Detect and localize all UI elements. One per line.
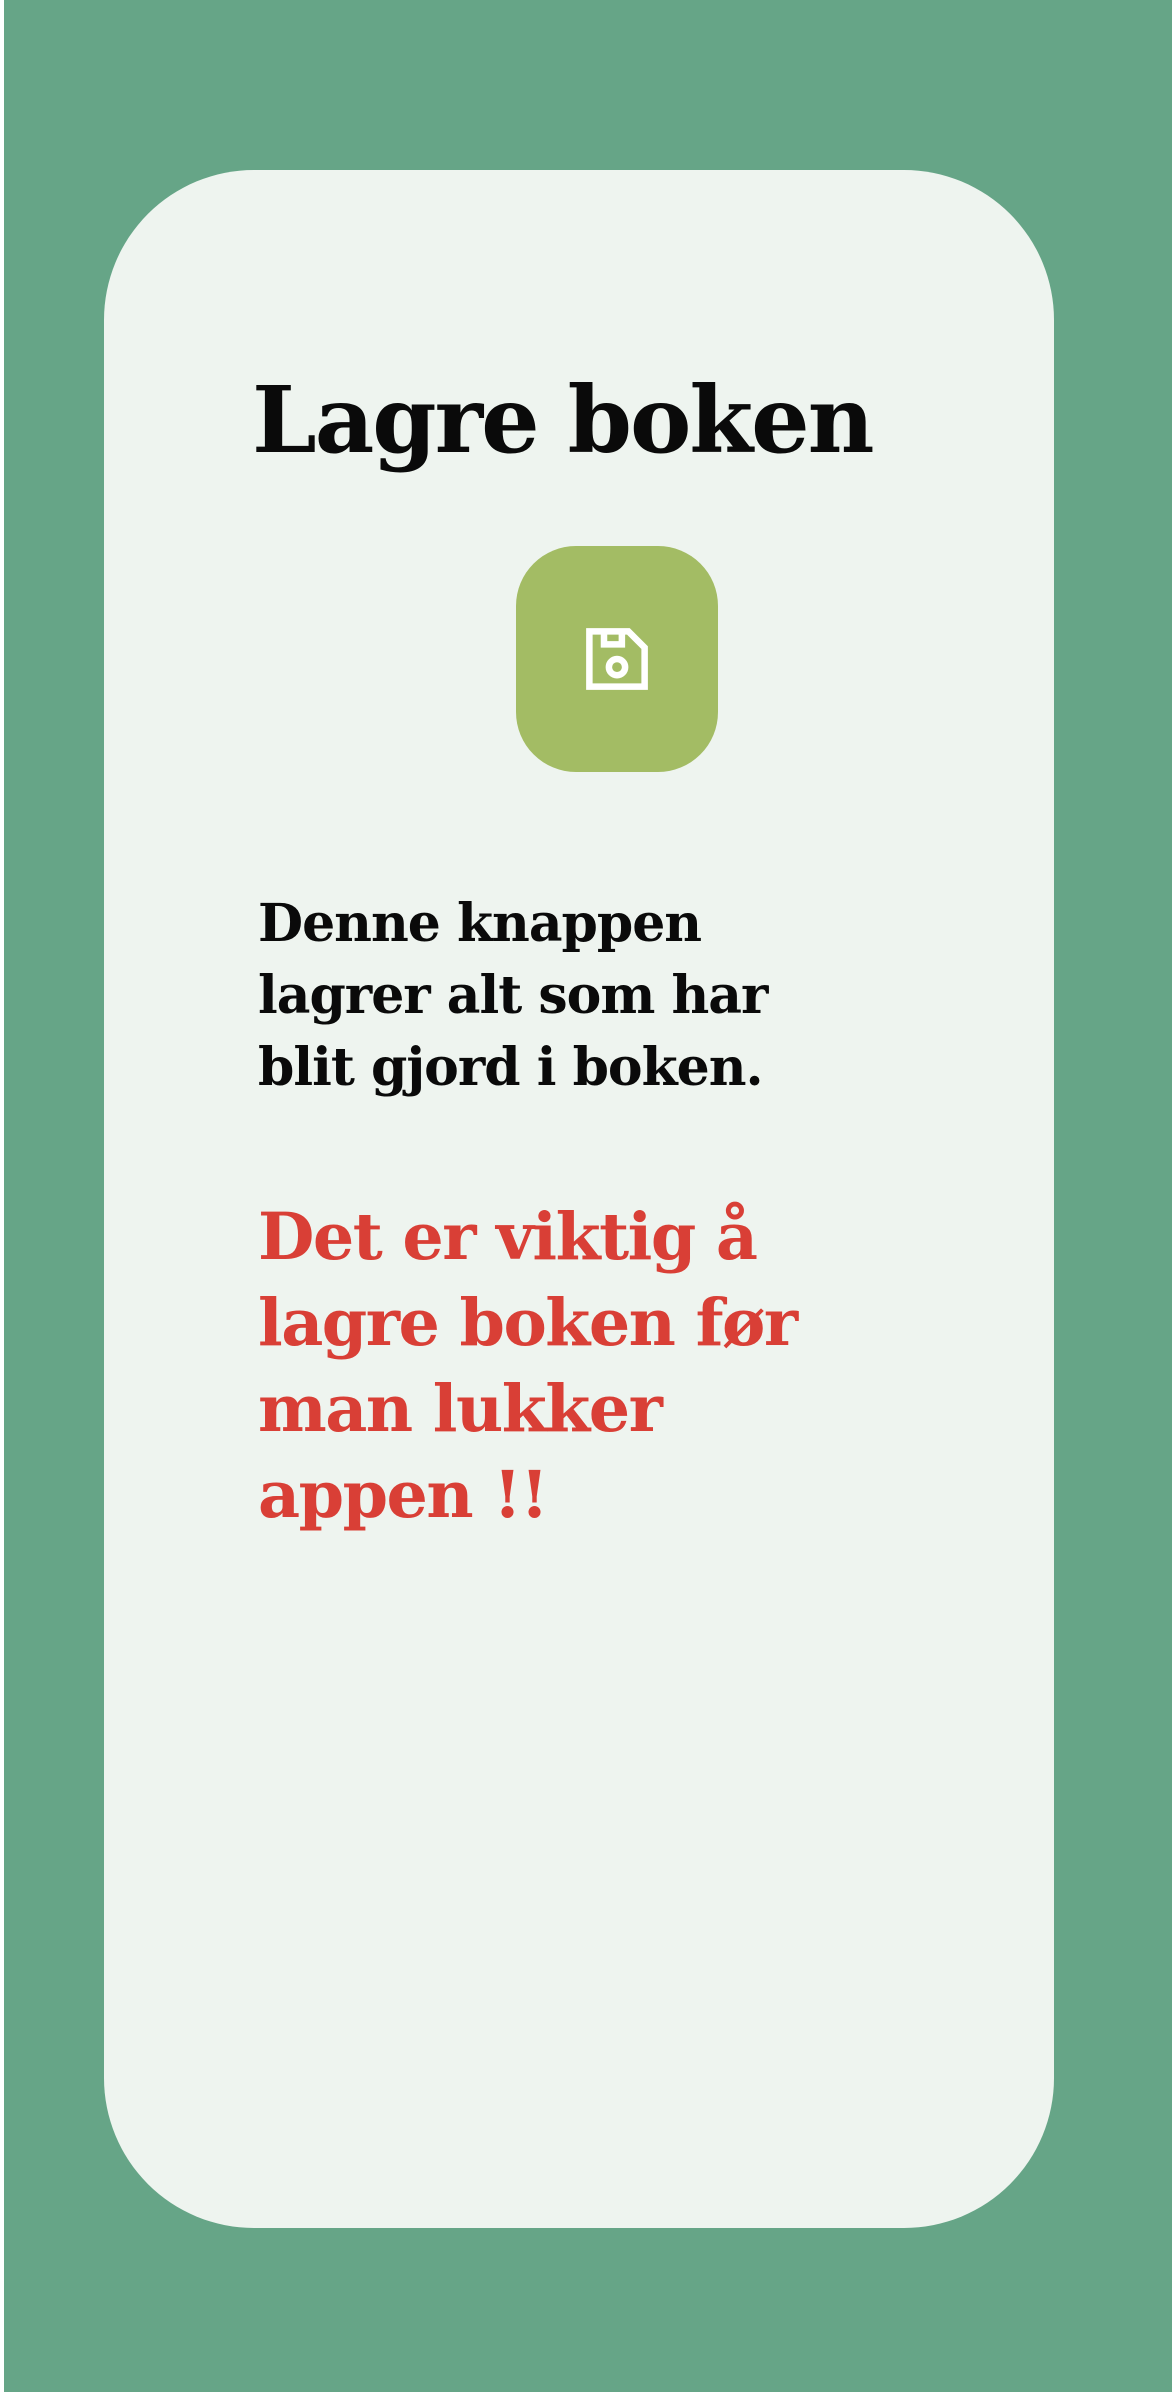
save-icon <box>586 628 648 690</box>
description-text: Denne knappen lagrer alt som har blit gj… <box>258 888 958 1104</box>
info-card: Lagre boken Denne knappen lagrer alt som… <box>104 170 1054 2228</box>
page-title: Lagre boken <box>252 366 875 474</box>
save-button[interactable] <box>516 546 718 772</box>
warning-line: man lukker <box>258 1371 663 1447</box>
description-line: lagrer alt som har <box>258 965 768 1026</box>
warning-line: Det er viktig å <box>258 1199 758 1275</box>
warning-line: appen !! <box>258 1457 549 1533</box>
warning-line: lagre boken før <box>258 1285 798 1361</box>
app-screen: Lagre boken Denne knappen lagrer alt som… <box>4 0 1172 2392</box>
description-line: Denne knappen <box>258 893 702 954</box>
description-line: blit gjord i boken. <box>258 1037 764 1098</box>
warning-text: Det er viktig å lagre boken før man lukk… <box>258 1194 978 1538</box>
